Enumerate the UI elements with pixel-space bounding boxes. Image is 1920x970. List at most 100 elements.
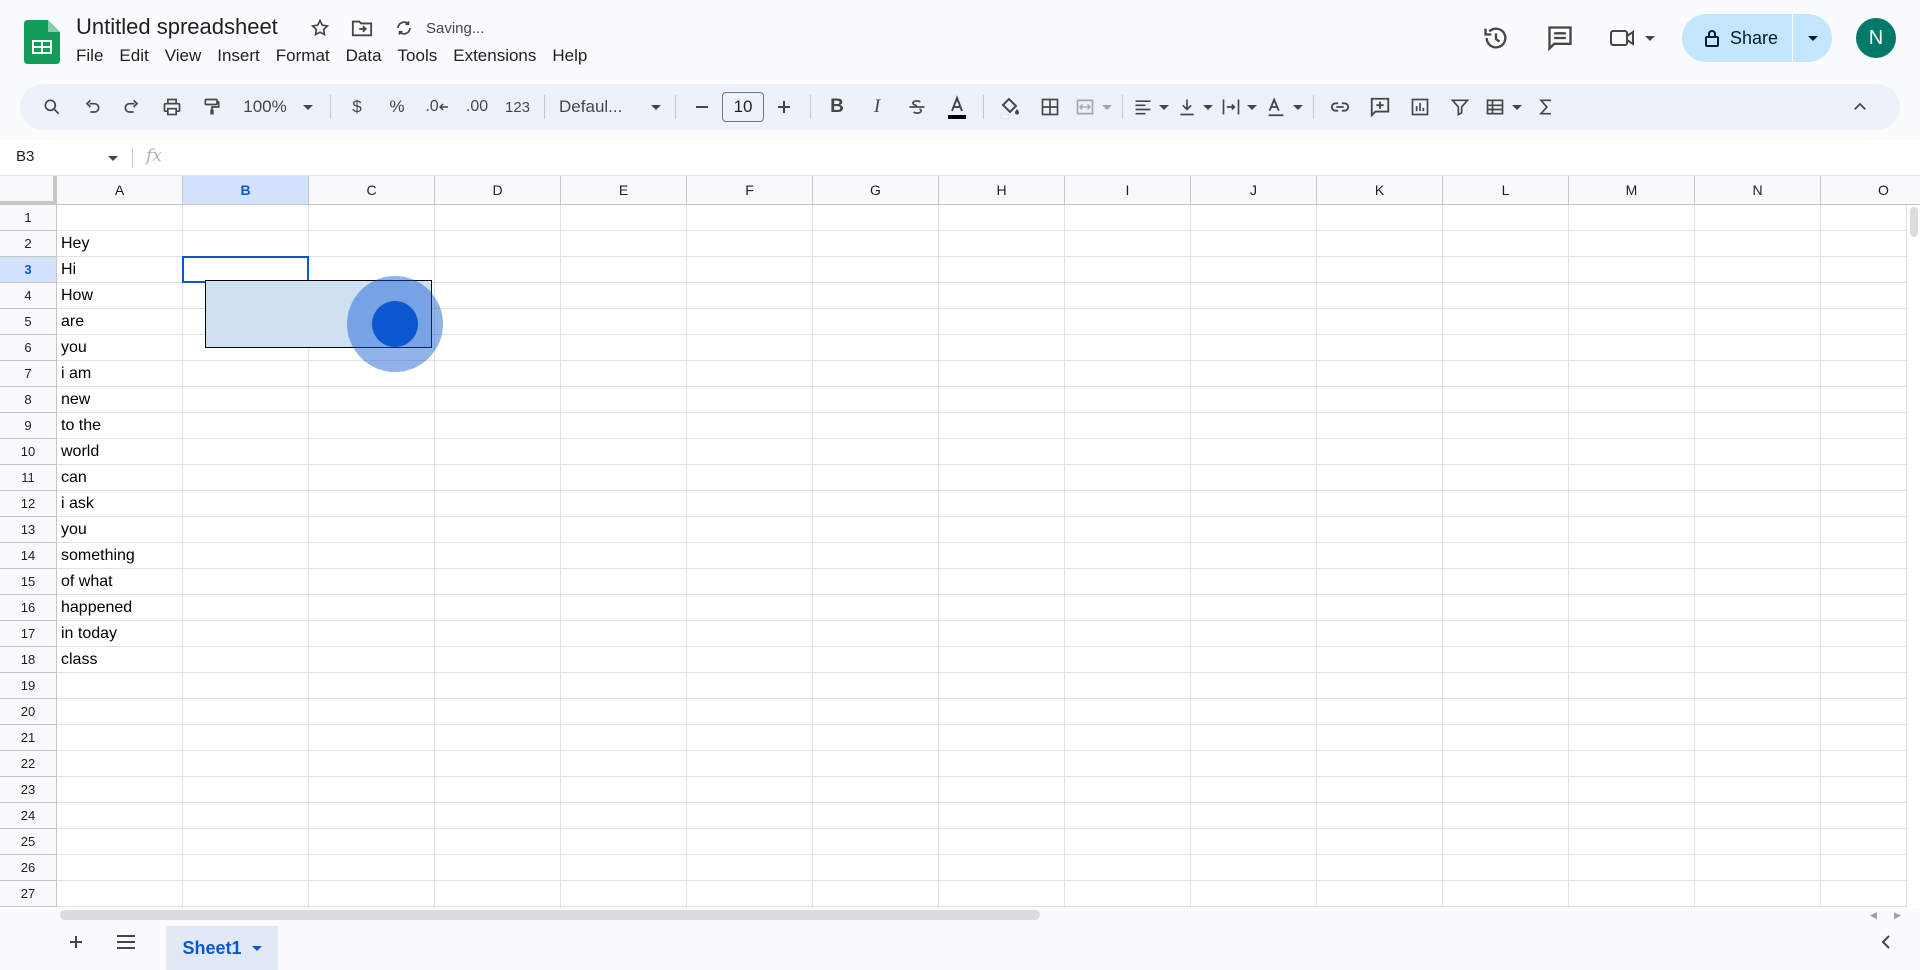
increase-font-size-button[interactable] — [768, 91, 800, 123]
column-header-m[interactable]: M — [1569, 176, 1695, 205]
cell-a16[interactable]: happened — [57, 595, 183, 621]
zoom-select[interactable]: 100% — [236, 91, 320, 123]
undo-icon[interactable] — [76, 91, 108, 123]
increase-decimal-button[interactable]: .00 — [461, 91, 493, 123]
vertical-scroll-thumb[interactable] — [1910, 207, 1918, 237]
row-header-8[interactable]: 8 — [0, 387, 57, 413]
cell-a8[interactable]: new — [57, 387, 183, 413]
menu-help[interactable]: Help — [552, 46, 595, 66]
cell-a13[interactable]: you — [57, 517, 183, 543]
cell-a6[interactable]: you — [57, 335, 183, 361]
text-wrapping-icon[interactable] — [1221, 91, 1258, 123]
cell-a11[interactable]: can — [57, 465, 183, 491]
row-header-12[interactable]: 12 — [0, 491, 57, 517]
meet-dropdown-icon[interactable] — [1644, 35, 1655, 41]
account-avatar[interactable]: N — [1856, 18, 1896, 58]
name-box-dropdown-icon[interactable] — [108, 156, 118, 161]
row-header-18[interactable]: 18 — [0, 647, 57, 673]
cell-a3[interactable]: Hi — [57, 257, 183, 283]
menu-format[interactable]: Format — [276, 46, 338, 66]
merge-cells-icon[interactable] — [1074, 91, 1113, 123]
column-header-a[interactable]: A — [57, 176, 183, 205]
document-title[interactable]: Untitled spreadsheet — [76, 14, 278, 40]
cell-a5[interactable]: are — [57, 309, 183, 335]
menu-file[interactable]: File — [76, 46, 111, 66]
version-history-icon[interactable] — [1474, 16, 1518, 60]
row-header-15[interactable]: 15 — [0, 569, 57, 595]
row-header-20[interactable]: 20 — [0, 699, 57, 725]
row-header-23[interactable]: 23 — [0, 777, 57, 803]
cell-a15[interactable]: of what — [57, 569, 183, 595]
spreadsheet-grid[interactable]: A B C D E F G H I J K L M N O 1 2 3 4 5 6 7 8 9 10 11 12 13 14 15 16 17… — [0, 176, 1920, 908]
percent-format-button[interactable]: % — [381, 91, 413, 123]
filter-views-icon[interactable] — [1484, 91, 1523, 123]
explore-collapse-icon[interactable] — [1872, 928, 1900, 956]
redo-icon[interactable] — [116, 91, 148, 123]
vertical-align-icon[interactable] — [1177, 91, 1214, 123]
cell-a9[interactable]: to the — [57, 413, 183, 439]
paint-format-icon[interactable] — [196, 91, 228, 123]
row-header-4[interactable]: 4 — [0, 283, 57, 309]
cell-a4[interactable]: How — [57, 283, 183, 309]
share-dropdown-button[interactable] — [1792, 14, 1832, 62]
cell-a18[interactable]: class — [57, 647, 183, 673]
column-header-h[interactable]: H — [939, 176, 1065, 205]
move-folder-icon[interactable] — [350, 16, 374, 40]
select-all-corner[interactable] — [0, 176, 57, 205]
cell-a10[interactable]: world — [57, 439, 183, 465]
row-header-22[interactable]: 22 — [0, 751, 57, 777]
fill-color-icon[interactable] — [994, 91, 1026, 123]
cell-a14[interactable]: something — [57, 543, 183, 569]
functions-icon[interactable] — [1530, 91, 1562, 123]
insert-link-icon[interactable] — [1324, 91, 1356, 123]
menu-tools[interactable]: Tools — [398, 46, 446, 66]
menu-edit[interactable]: Edit — [119, 46, 156, 66]
menu-data[interactable]: Data — [346, 46, 390, 66]
column-header-l[interactable]: L — [1443, 176, 1569, 205]
menu-view[interactable]: View — [165, 46, 210, 66]
strikethrough-icon[interactable] — [901, 91, 933, 123]
row-header-25[interactable]: 25 — [0, 829, 57, 855]
column-header-i[interactable]: I — [1065, 176, 1191, 205]
column-header-c[interactable]: C — [309, 176, 435, 205]
row-header-10[interactable]: 10 — [0, 439, 57, 465]
font-family-select[interactable]: Defaul... — [555, 91, 665, 123]
all-sheets-icon[interactable] — [112, 928, 140, 956]
star-icon[interactable] — [308, 16, 332, 40]
column-header-n[interactable]: N — [1695, 176, 1821, 205]
currency-format-button[interactable]: $ — [341, 91, 373, 123]
font-size-input[interactable]: 10 — [722, 92, 765, 122]
row-header-19[interactable]: 19 — [0, 673, 57, 699]
column-header-d[interactable]: D — [435, 176, 561, 205]
cell-a7[interactable]: i am — [57, 361, 183, 387]
column-header-e[interactable]: E — [561, 176, 687, 205]
cell-a17[interactable]: in today — [57, 621, 183, 647]
row-header-3[interactable]: 3 — [0, 257, 57, 283]
sheet-tab[interactable]: Sheet1 — [166, 926, 278, 970]
column-header-j[interactable]: J — [1191, 176, 1317, 205]
filter-icon[interactable] — [1444, 91, 1476, 123]
row-header-16[interactable]: 16 — [0, 595, 57, 621]
formula-input[interactable] — [180, 144, 1900, 172]
row-header-1[interactable]: 1 — [0, 205, 57, 231]
bold-button[interactable]: B — [821, 91, 853, 123]
row-header-6[interactable]: 6 — [0, 335, 57, 361]
text-rotation-icon[interactable] — [1265, 91, 1304, 123]
row-header-5[interactable]: 5 — [0, 309, 57, 335]
decrease-font-size-button[interactable] — [686, 91, 718, 123]
row-header-27[interactable]: 27 — [0, 881, 57, 907]
italic-button[interactable]: I — [861, 91, 893, 123]
print-icon[interactable] — [156, 91, 188, 123]
row-header-11[interactable]: 11 — [0, 465, 57, 491]
chevron-down-icon[interactable] — [251, 945, 262, 951]
scroll-left-icon[interactable]: ◀ — [1870, 910, 1877, 921]
row-header-9[interactable]: 9 — [0, 413, 57, 439]
row-header-24[interactable]: 24 — [0, 803, 57, 829]
text-color-icon[interactable] — [941, 91, 973, 123]
sheets-logo-icon[interactable] — [24, 20, 60, 64]
menu-insert[interactable]: Insert — [217, 46, 268, 66]
vertical-scrollbar[interactable] — [1906, 205, 1920, 908]
comments-icon[interactable] — [1538, 16, 1582, 60]
row-header-2[interactable]: 2 — [0, 231, 57, 257]
cell-a12[interactable]: i ask — [57, 491, 183, 517]
